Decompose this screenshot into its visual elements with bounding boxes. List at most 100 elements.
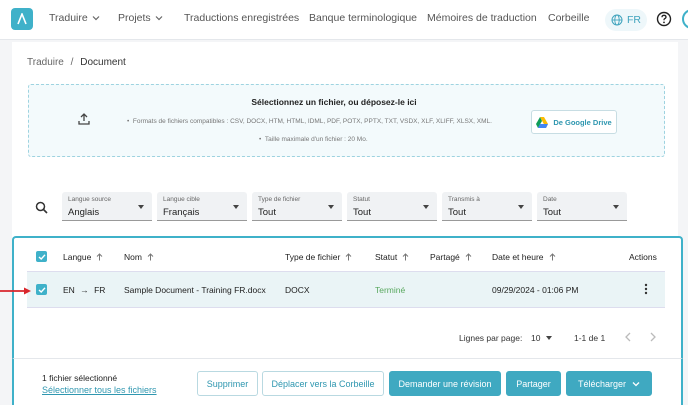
breadcrumb: Traduire / Document [27,57,126,68]
chevron-right-icon[interactable] [649,332,657,342]
nav-label: Corbeille [548,12,590,24]
header-label: Actions [629,252,657,262]
nav-label: Traduire [49,12,88,24]
filter-value: Tout [353,207,371,218]
chevron-down-icon [92,16,100,21]
header-langue[interactable]: Langue [63,252,103,262]
delete-button[interactable]: Supprimer [197,371,258,396]
share-button[interactable]: Partager [506,371,561,396]
caret-down-icon [613,205,619,209]
nav-label: Banque terminologique [309,12,417,24]
header-type-fichier[interactable]: Type de fichier [285,252,352,262]
google-drive-icon [536,116,549,128]
request-review-button[interactable]: Demander une révision [389,371,501,396]
more-options-icon[interactable] [644,283,648,295]
header-label: Statut [375,252,398,262]
filter-label: Langue source [68,196,112,203]
header-label: Partagé [430,252,460,262]
page-range: 1-1 de 1 [574,333,606,343]
header-statut[interactable]: Statut [375,252,409,262]
dropzone-title: Sélectionnez un fichier, ou déposez-le i… [251,97,417,107]
filter-value: Français [163,207,200,218]
select-all-checkbox[interactable] [36,251,47,262]
breadcrumb-current: Document [80,57,126,68]
filter-statut[interactable]: Statut Tout [347,192,437,221]
sort-arrow-icon [147,253,154,261]
selected-count: 1 fichier sélectionné [42,373,118,383]
filter-label: Statut [353,196,370,203]
filter-langue-cible[interactable]: Langue cible Français [157,192,247,221]
check-icon [38,253,46,260]
rows-per-page-select[interactable]: 10 [531,333,553,343]
filter-date[interactable]: Date Tout [537,192,627,221]
header-date-heure[interactable]: Date et heure [492,252,556,262]
app-logo[interactable] [11,8,33,30]
header-nom[interactable]: Nom [124,252,154,262]
header-label: Nom [124,252,142,262]
search-button[interactable] [28,194,54,220]
download-button[interactable]: Télécharger [566,371,652,396]
dropzone-formats: • Formats de fichiers compatibles : CSV,… [127,118,492,125]
sort-arrow-icon [402,253,409,261]
nav-projets[interactable]: Projets [118,12,163,24]
rows-per-page-label: Lignes par page: [459,333,523,343]
dropzone-max-size: • Taille maximale d'un fichier : 20 Mo. [259,136,368,143]
annotation-arrow-icon [0,287,31,295]
google-drive-label: De Google Drive [553,117,612,127]
check-icon [38,286,46,293]
language-code: FR [627,14,641,26]
rows-per-page-value: 10 [531,333,541,343]
button-label: Télécharger [577,378,627,389]
search-icon [35,201,48,214]
file-dropzone[interactable]: Sélectionnez un fichier, ou déposez-le i… [28,84,665,157]
nav-label: Mémoires de traduction [427,12,537,24]
row-checkbox[interactable] [36,284,47,295]
button-label: Partager [516,378,551,389]
cell-nom[interactable]: Sample Document - Training FR.docx [124,285,266,295]
header-label: Date et heure [492,252,544,262]
source-lang: EN [63,285,75,295]
header-label: Type de fichier [285,252,341,262]
caret-down-icon [233,205,239,209]
move-to-trash-button[interactable]: Déplacer vers la Corbeille [262,371,384,396]
filter-value: Tout [543,207,561,218]
arrow-right-icon: → [80,285,89,295]
nav-traduire[interactable]: Traduire [49,12,100,24]
nav-label: Traductions enregistrées [184,12,300,24]
status-badge: Terminé [375,285,406,295]
filter-value: Tout [258,207,276,218]
chevron-down-icon [632,381,640,386]
nav-banque-terminologique[interactable]: Banque terminologique [309,12,417,24]
breadcrumb-parent[interactable]: Traduire [27,57,64,68]
globe-icon [611,14,623,26]
nav-corbeille[interactable]: Corbeille [548,12,589,24]
chevron-down-icon [155,16,163,21]
help-icon[interactable] [656,11,672,27]
language-selector[interactable]: FR [605,9,647,31]
caret-down-icon [138,205,144,209]
filter-langue-source[interactable]: Langue source Anglais [62,192,152,221]
caret-down-icon [423,205,429,209]
nav-label: Projets [118,12,151,24]
caret-down-icon [546,336,553,340]
google-drive-button[interactable]: De Google Drive [531,110,617,134]
cell-langue: EN → FR [63,285,105,295]
filter-label: Type de fichier [258,196,301,203]
nav-memoires-traduction[interactable]: Mémoires de traduction [427,12,537,24]
filter-type-fichier[interactable]: Type de fichier Tout [252,192,342,221]
header-label: Langue [63,252,92,262]
filter-label: Date [543,196,557,203]
sort-arrow-icon [345,253,352,261]
filter-value: Anglais [68,207,100,218]
select-all-link[interactable]: Sélectionner tous les fichiers [42,385,157,395]
logo-icon [17,13,27,25]
caret-down-icon [328,205,334,209]
filter-value: Tout [448,207,466,218]
chevron-left-icon[interactable] [624,332,632,342]
nav-traductions-enregistrees[interactable]: Traductions enregistrées [184,12,299,24]
caret-down-icon [518,205,524,209]
button-label: Déplacer vers la Corbeille [271,378,375,389]
header-partage[interactable]: Partagé [430,252,472,262]
avatar[interactable] [682,9,688,29]
filter-transmis-a[interactable]: Transmis à Tout [442,192,532,221]
